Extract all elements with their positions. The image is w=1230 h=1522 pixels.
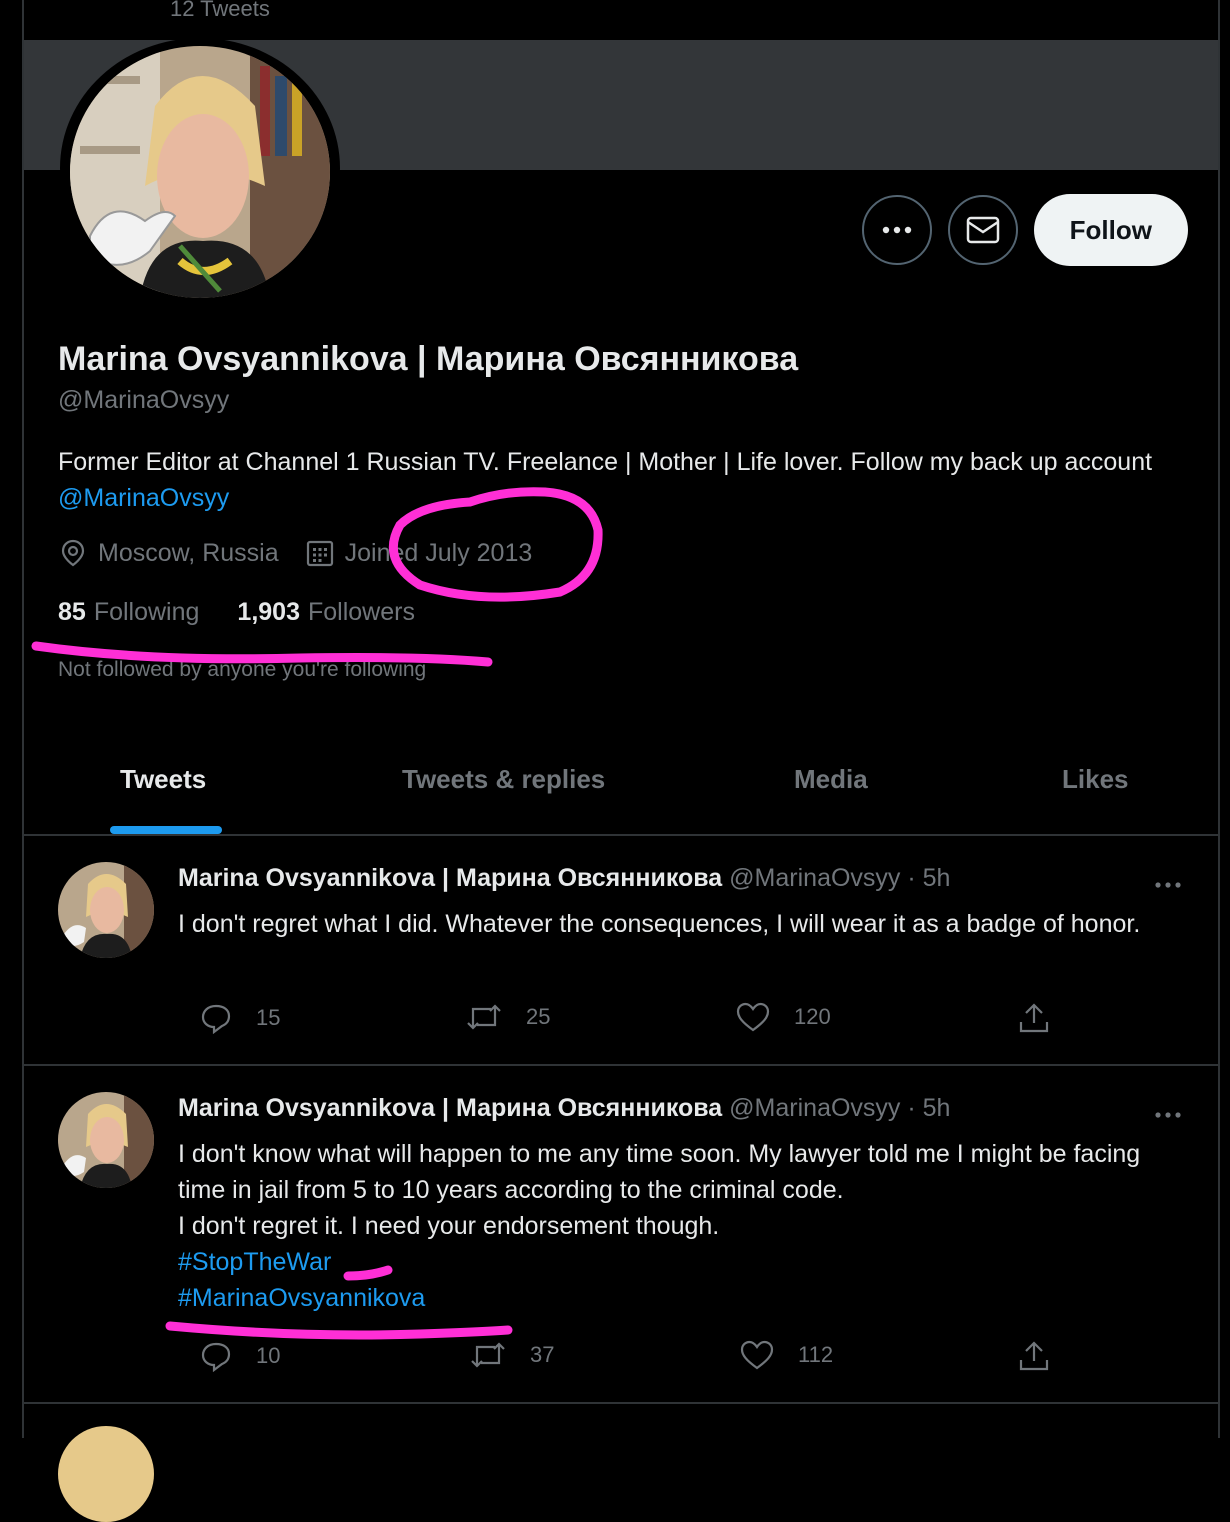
reply-button[interactable]: 15 [200,1002,280,1034]
hashtag-link[interactable]: #MarinaOvsyannikova [178,1280,1168,1316]
tab-likes[interactable]: Likes [1062,764,1129,795]
tweet-avatar[interactable] [58,1426,154,1522]
profile-actions: Follow [861,194,1188,266]
tweet-actions: 10 37 112 [176,1340,1076,1380]
location-icon [61,539,85,567]
heart-icon [736,1002,770,1032]
more-button[interactable] [861,195,932,265]
hashtag-link[interactable]: #StopTheWar [178,1244,1168,1280]
tweet-handle-time[interactable]: @MarinaOvsyy · 5h [729,1094,950,1122]
active-tab-indicator [110,826,222,834]
tweet-more-button[interactable] [1154,1106,1182,1124]
location: Moscow, Russia [58,538,279,568]
tweet-text: I don't know what will happen to me any … [178,1136,1168,1316]
like-button[interactable]: 120 [736,1002,831,1032]
join-date-text: Joined July 2013 [344,538,533,567]
envelope-icon [966,216,999,244]
profile-column: 12 Tweets Follow Marina Ovsyannikova | М… [22,0,1220,1522]
profile-photo [70,46,330,298]
heart-icon [740,1340,774,1370]
like-count: 120 [794,1004,831,1029]
more-icon [1155,1112,1181,1118]
tweet-avatar[interactable] [58,862,154,958]
following-label: Following [93,598,200,626]
reply-button[interactable]: 10 [200,1340,280,1372]
profile-name: Marina Ovsyannikova | Марина Овсянникова [58,340,799,378]
retweet-icon [471,1342,505,1368]
join-date: Joined July 2013 [305,538,533,568]
profile-tabs: Tweets Tweets & replies Media Likes [24,730,1218,836]
followers-count: 1,903 [237,598,300,626]
follow-stats: 85 Following 1,903 Followers [58,598,453,627]
tweet-header: Marina Ovsyannikova | Марина Овсянникова… [178,864,950,893]
reply-count: 10 [256,1343,281,1368]
tweet-author-name[interactable]: Marina Ovsyannikova | Марина Овсянникова [178,1094,722,1122]
tweet-text: I don't regret what I did. Whatever the … [178,910,1141,938]
following-link[interactable]: 85 Following [58,598,199,627]
profile-avatar[interactable] [60,38,340,298]
share-button[interactable] [1018,1002,1074,1034]
profile-bio: Former Editor at Channel 1 Russian TV. F… [58,444,1168,516]
tweet-avatar[interactable] [58,1092,154,1188]
share-icon [1019,1003,1049,1033]
retweet-button[interactable]: 25 [466,1002,550,1032]
more-icon [1155,882,1181,888]
retweet-count: 37 [530,1342,555,1367]
bio-mention-link[interactable]: @MarinaOvsyy [58,484,229,512]
tweet-handle-time[interactable]: @MarinaOvsyy · 5h [729,864,950,892]
tweet-author-name[interactable]: Marina Ovsyannikova | Марина Овсянникова [178,864,722,892]
not-followed-notice: Not followed by anyone you're following [58,658,427,681]
tweet[interactable]: Marina Ovsyannikova | Марина Овсянникова… [24,1066,1218,1404]
tweet-header: Marina Ovsyannikova | Марина Овсянникова… [178,1094,950,1123]
tab-media[interactable]: Media [794,764,868,795]
tweet-more-button[interactable] [1154,876,1182,894]
like-button[interactable]: 112 [740,1340,833,1370]
profile-handle: @MarinaOvsyy [58,386,230,414]
followers-link[interactable]: 1,903 Followers [237,598,415,627]
tab-tweets[interactable]: Tweets [120,764,206,795]
bio-text: Former Editor at Channel 1 Russian TV. F… [58,448,1153,476]
tab-tweets-replies[interactable]: Tweets & replies [402,764,605,795]
retweet-button[interactable]: 37 [470,1340,554,1370]
share-button[interactable] [1018,1340,1074,1372]
following-count: 85 [58,598,86,626]
retweet-count: 25 [526,1004,551,1029]
reply-count: 15 [256,1005,281,1030]
more-icon [882,226,911,234]
follow-button[interactable]: Follow [1033,194,1188,266]
followers-label: Followers [307,598,415,626]
share-icon [1019,1341,1049,1371]
like-count: 112 [798,1342,834,1367]
calendar-icon [306,540,333,567]
message-button[interactable] [947,195,1018,265]
reply-icon [201,1004,231,1034]
tweet-count: 12 Tweets [170,0,270,21]
tweet[interactable]: Marina Ovsyannikova | Марина Овсянникова… [24,836,1218,1066]
tweet-text-line: I don't regret it. I need your endorseme… [178,1212,720,1240]
tweet-actions: 15 25 120 [176,1002,1076,1042]
tweet-text-line: I don't know what will happen to me any … [178,1140,1141,1204]
location-text: Moscow, Russia [98,538,279,567]
profile-meta: Moscow, Russia Joined July 2013 [58,538,558,568]
reply-icon [201,1342,231,1372]
retweet-icon [467,1004,501,1030]
